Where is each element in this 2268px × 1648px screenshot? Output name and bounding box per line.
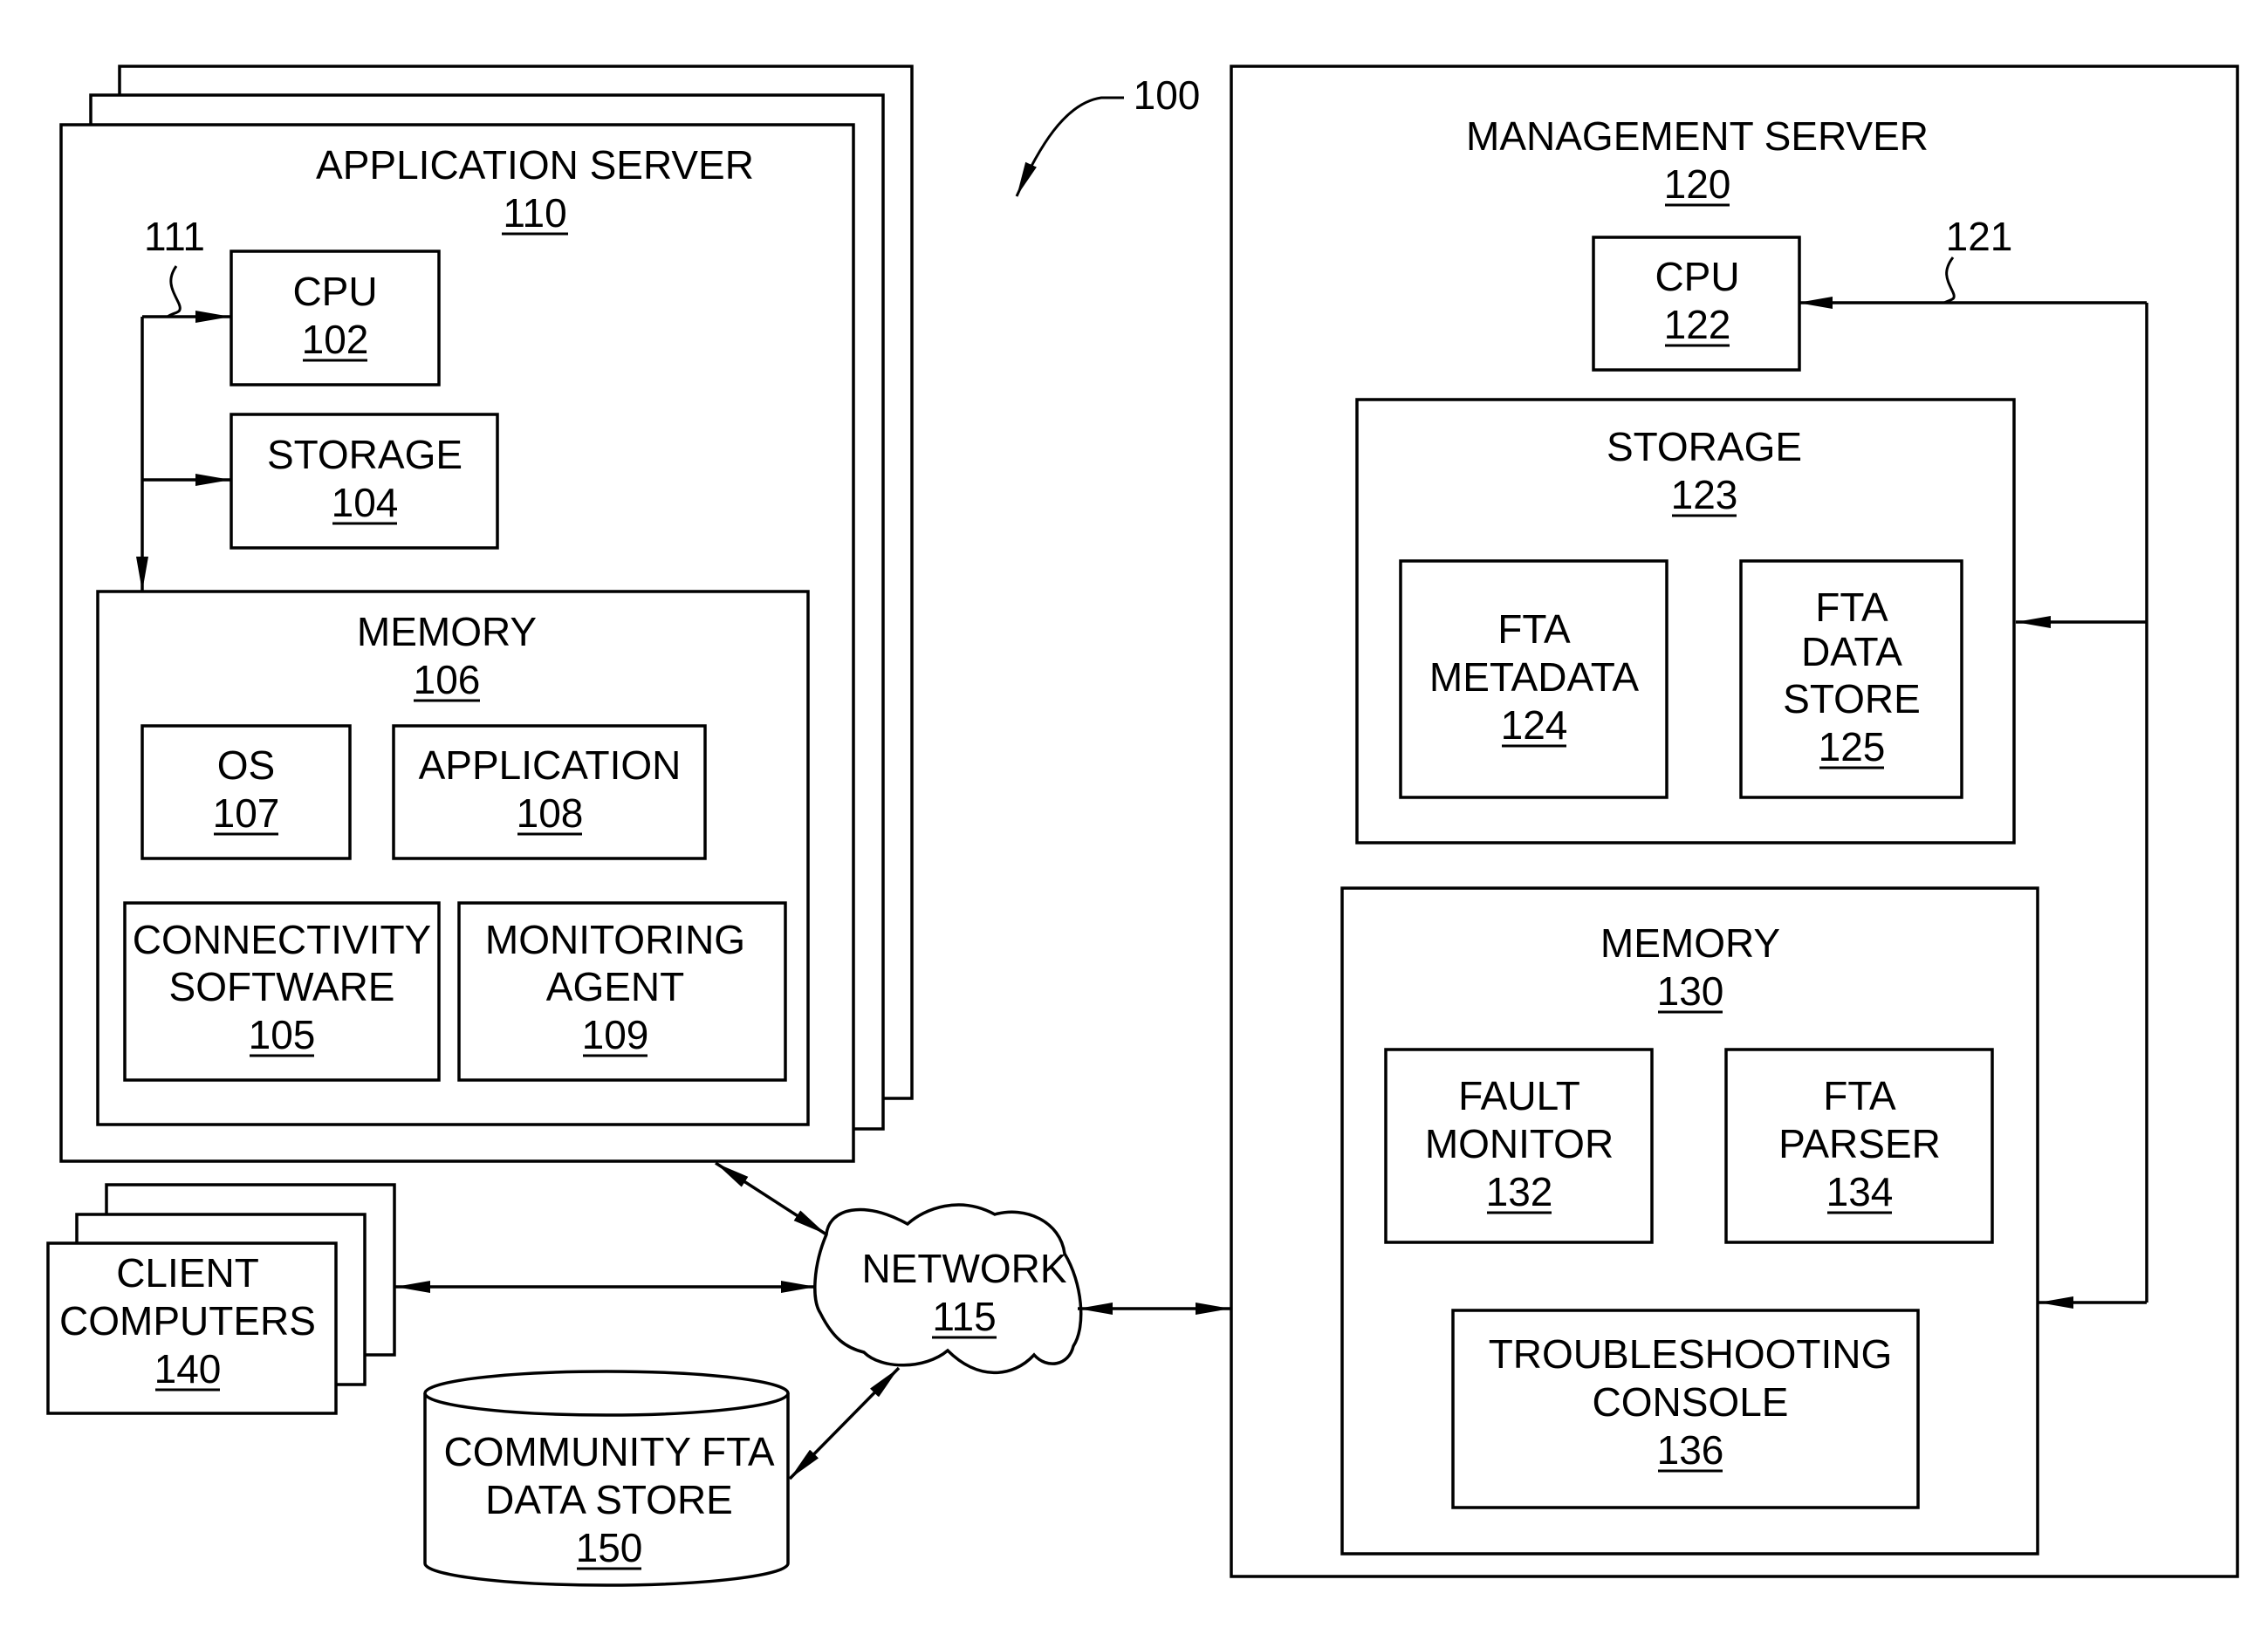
management-server: MANAGEMENT SERVER 120 121 CPU 122 STORAG…: [1230, 65, 2239, 1578]
app-cpu-box: CPU 102: [230, 250, 441, 386]
client-ref: 140: [154, 1346, 222, 1392]
mgmt-memory-box: MEMORY 130 FAULT MONITOR 132 FTA PARSER …: [1340, 886, 2039, 1556]
mgmt-storage-ref: 123: [1671, 472, 1738, 517]
connectivity-software-box: CONNECTIVITY SOFTWARE 105: [123, 901, 441, 1082]
community-store-label-1: COMMUNITY FTA: [443, 1429, 774, 1474]
application-box: APPLICATION 108: [392, 724, 707, 860]
figure-reference: 100: [1015, 72, 1201, 197]
app-memory-ref: 106: [414, 657, 481, 702]
application-server: APPLICATION SERVER 110 111 CPU 102 STORA…: [59, 65, 914, 1163]
connectivity-ref: 105: [249, 1012, 316, 1057]
application-ref: 108: [517, 790, 584, 836]
fta-parser-ref: 134: [1826, 1169, 1894, 1214]
troubleshooting-console-box: TROUBLESHOOTING CONSOLE 136: [1451, 1309, 1920, 1509]
app-server-title: APPLICATION SERVER: [316, 142, 754, 188]
mgmt-memory-ref: 130: [1657, 968, 1724, 1014]
fta-parser-label-2: PARSER: [1778, 1121, 1941, 1166]
os-ref: 107: [213, 790, 280, 836]
fta-metadata-box: FTA METADATA 124: [1399, 559, 1668, 799]
console-ref: 136: [1657, 1427, 1724, 1473]
mgmt-cpu-label: CPU: [1655, 254, 1739, 299]
app-storage-ref: 104: [332, 480, 399, 525]
fault-monitor-label-2: MONITOR: [1425, 1121, 1614, 1166]
network-ref: 115: [932, 1294, 996, 1339]
link-store-network: [788, 1366, 901, 1480]
fta-parser-box: FTA PARSER 134: [1724, 1048, 1994, 1244]
monitoring-label-2: AGENT: [546, 964, 684, 1009]
connectivity-label-2: SOFTWARE: [169, 964, 395, 1009]
fta-metadata-label-1: FTA: [1497, 606, 1571, 652]
community-store-label-2: DATA STORE: [485, 1477, 733, 1522]
monitoring-agent-box: MONITORING AGENT 109: [457, 901, 787, 1082]
mgmt-server-title: MANAGEMENT SERVER: [1466, 113, 1929, 159]
os-label: OS: [217, 742, 275, 788]
network-cloud: NETWORK 115: [813, 1203, 1083, 1375]
network-label: NETWORK: [861, 1246, 1066, 1291]
fta-datastore-ref: 125: [1819, 724, 1886, 769]
app-storage-label: STORAGE: [267, 432, 463, 477]
client-label-2: COMPUTERS: [59, 1298, 316, 1344]
app-cpu-label: CPU: [292, 269, 377, 314]
fta-parser-label-1: FTA: [1823, 1073, 1896, 1118]
app-storage-box: STORAGE 104: [230, 413, 499, 550]
app-cpu-ref: 102: [302, 317, 369, 362]
fta-datastore-label-2: DATA: [1801, 629, 1902, 674]
system-diagram: 100 APPLICATION SERVER 110 111 CPU 102 S…: [46, 65, 2239, 1587]
mgmt-memory-label: MEMORY: [1600, 920, 1780, 966]
figure-ref-label: 100: [1134, 72, 1201, 118]
app-server-ref: 110: [503, 190, 566, 236]
monitoring-label-1: MONITORING: [485, 917, 745, 962]
mgmt-server-ref: 120: [1664, 161, 1731, 207]
fault-monitor-label-1: FAULT: [1458, 1073, 1580, 1118]
client-computers: CLIENT COMPUTERS 140: [46, 1183, 396, 1415]
fta-metadata-label-2: METADATA: [1429, 654, 1640, 700]
console-label-2: CONSOLE: [1593, 1379, 1789, 1425]
fault-monitor-box: FAULT MONITOR 132: [1384, 1048, 1654, 1244]
connectivity-label-1: CONNECTIVITY: [133, 917, 431, 962]
application-label: APPLICATION: [419, 742, 682, 788]
os-box: OS 107: [140, 724, 352, 860]
app-memory-box: MEMORY 106 OS 107 APPLICATION 108 CONNEC…: [96, 590, 810, 1126]
community-fta-data-store: COMMUNITY FTA DATA STORE 150: [423, 1370, 790, 1587]
mgmt-cpu-box: CPU 122: [1592, 236, 1801, 372]
fta-datastore-label-3: STORE: [1783, 676, 1921, 721]
app-bus-ref: 111: [144, 214, 205, 259]
link-appserver-network: [715, 1161, 827, 1236]
fault-monitor-ref: 132: [1486, 1169, 1553, 1214]
community-store-ref: 150: [576, 1525, 643, 1570]
fta-metadata-ref: 124: [1501, 702, 1568, 748]
monitoring-ref: 109: [582, 1012, 649, 1057]
mgmt-storage-label: STORAGE: [1607, 424, 1802, 469]
mgmt-cpu-ref: 122: [1664, 302, 1731, 347]
fta-datastore-label-1: FTA: [1815, 585, 1888, 630]
console-label-1: TROUBLESHOOTING: [1489, 1331, 1893, 1377]
app-memory-label: MEMORY: [357, 609, 537, 654]
mgmt-bus-ref: 121: [1946, 214, 2013, 259]
fta-data-store-box: FTA DATA STORE 125: [1739, 559, 1963, 799]
mgmt-storage-box: STORAGE 123 FTA METADATA 124 FTA DATA ST…: [1355, 398, 2016, 845]
client-label-1: CLIENT: [116, 1250, 259, 1296]
